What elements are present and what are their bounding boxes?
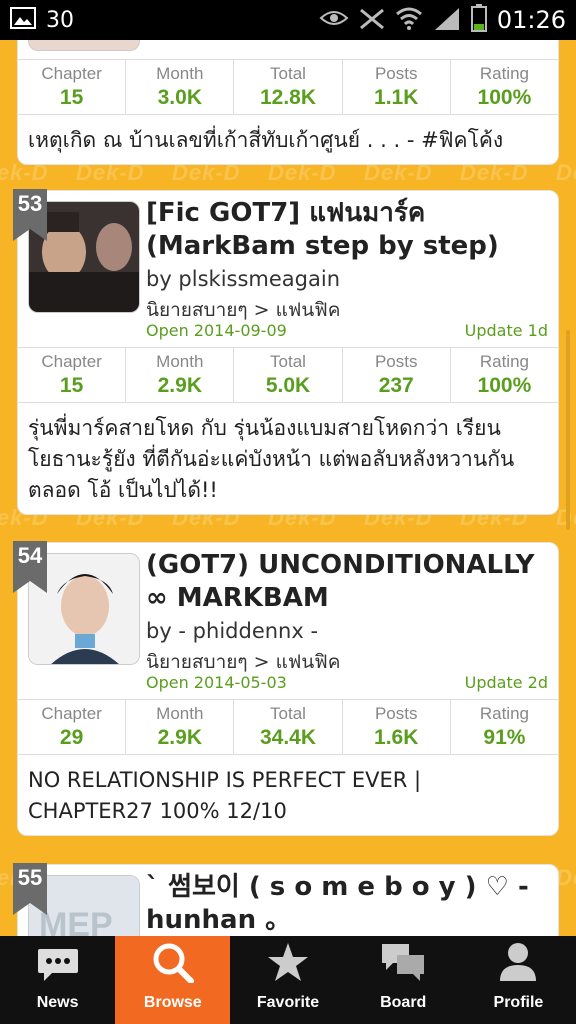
- watermark-text: Dek-D: [556, 865, 576, 890]
- fiction-description: เหตุเกิด ณ บ้านเลขที่เก้าสี่ทับเก้าศูนย์…: [28, 128, 504, 152]
- fiction-card[interactable]: MEP ` 썸보이 ( s o m e b o y ) ♡ - hunhan 。…: [13, 863, 559, 936]
- fiction-title[interactable]: ` 썸보이 ( s o m e b o y ) ♡ - hunhan 。: [146, 871, 546, 936]
- stat-label-total: Total: [270, 64, 306, 83]
- stats-row: Chapter 15 Month 3.0K Total 12.8K Posts 1.1K…: [18, 59, 558, 115]
- fiction-author[interactable]: by plskissmeagain: [146, 267, 340, 291]
- signal-icon: [433, 6, 461, 34]
- stat-value-total: 5.0K: [265, 374, 311, 397]
- fiction-card[interactable]: [Fic GOT7] แฟนมาร์ค (MarkBam step by ste…: [13, 189, 559, 515]
- status-bar: 30 01:26: [0, 0, 576, 40]
- bottom-navigation: News Browse Favorite Board Profile: [0, 936, 576, 1024]
- stat-value-chapter: 29: [59, 726, 84, 749]
- stat-label-total: Total: [270, 704, 306, 723]
- stat-value-total: 12.8K: [259, 86, 317, 109]
- stat-value-month: 2.9K: [157, 726, 202, 749]
- svg-text:MEP: MEP: [39, 906, 113, 936]
- fiction-card[interactable]: Chapter 15 Month 3.0K Total 12.8K Posts 1.1K…: [17, 40, 559, 165]
- stat-label-total: Total: [270, 352, 306, 371]
- stat-value-rating: 100%: [477, 86, 532, 109]
- nav-board[interactable]: Board: [346, 936, 461, 1024]
- stat-label-rating: Rating: [479, 352, 529, 371]
- update-time: Update 1d: [464, 321, 548, 340]
- stat-value-month: 3.0K: [157, 86, 202, 109]
- stat-label-chapter: Chapter: [41, 352, 102, 371]
- rank-number: 53: [17, 191, 43, 216]
- search-icon: [151, 941, 195, 994]
- nav-label: Favorite: [256, 994, 320, 1011]
- update-time: Update 2d: [464, 673, 548, 692]
- rank-number: 54: [17, 543, 43, 568]
- stat-value-chapter: 15: [59, 86, 84, 109]
- speech-bubble-icon: [36, 947, 80, 994]
- fiction-thumbnail: [28, 40, 140, 51]
- rank-ribbon: 55: [13, 863, 47, 915]
- battery-icon: [470, 4, 487, 36]
- open-date: Open 2014-05-03: [146, 673, 287, 692]
- notification-count: 30: [46, 7, 74, 33]
- stat-label-posts: Posts: [374, 352, 418, 371]
- nav-browse[interactable]: Browse: [115, 936, 231, 1024]
- stat-label-month: Month: [156, 64, 204, 83]
- fiction-description: รุ่นพี่มาร์คสายโหด กับ รุ่นน้องแบมสายโหด…: [28, 416, 515, 502]
- fiction-description: NO RELATIONSHIP IS PERFECT EVER | CHAPTE…: [28, 768, 422, 823]
- nav-profile[interactable]: Profile: [461, 936, 576, 1024]
- stat-value-chapter: 15: [59, 374, 84, 397]
- stat-value-rating: 100%: [477, 374, 532, 397]
- nav-label: Profile: [493, 994, 544, 1011]
- stat-label-rating: Rating: [479, 64, 529, 83]
- open-date: Open 2014-09-09: [146, 321, 287, 340]
- stat-label-posts: Posts: [374, 704, 418, 723]
- rank-ribbon: 54: [13, 541, 47, 593]
- star-icon: [266, 941, 310, 994]
- wifi-icon: [395, 6, 423, 34]
- nav-favorite[interactable]: Favorite: [230, 936, 345, 1024]
- nav-label: News: [36, 994, 79, 1011]
- stats-row: Chapter 15 Month 2.9K Total 5.0K Posts 237 R…: [18, 347, 558, 403]
- stat-value-posts: 1.1K: [374, 86, 419, 109]
- stat-label-chapter: Chapter: [41, 64, 102, 83]
- stat-value-posts: 237: [378, 374, 414, 397]
- nav-label: Board: [380, 994, 427, 1011]
- fiction-title[interactable]: (GOT7) UNCONDITIONALLY ∞ MARKBAM: [146, 549, 546, 615]
- stat-value-rating: 91%: [483, 726, 526, 749]
- clock: 01:26: [496, 6, 566, 34]
- stat-value-posts: 1.6K: [374, 726, 419, 749]
- person-icon: [496, 941, 540, 994]
- fiction-list[interactable]: Dek-DDek-DDek-DDek-DDek-DDek-DDek-DDek-D…: [0, 40, 576, 936]
- rank-ribbon: 53: [13, 189, 47, 241]
- nav-label: Browse: [143, 994, 202, 1011]
- fiction-title[interactable]: [Fic GOT7] แฟนมาร์ค (MarkBam step by ste…: [146, 197, 546, 263]
- fiction-author[interactable]: by - phiddennx -: [146, 619, 318, 643]
- fiction-card[interactable]: (GOT7) UNCONDITIONALLY ∞ MARKBAM by - ph…: [13, 541, 559, 836]
- watermark-text: Dek-D: [556, 160, 576, 185]
- stat-label-posts: Posts: [374, 64, 418, 83]
- stat-label-rating: Rating: [479, 704, 529, 723]
- stat-value-month: 2.9K: [157, 374, 202, 397]
- stat-label-month: Month: [156, 704, 204, 723]
- nav-news[interactable]: News: [0, 936, 115, 1024]
- no-signal-icon: [359, 6, 385, 34]
- scroll-indicator[interactable]: [566, 330, 570, 530]
- stat-label-month: Month: [156, 352, 204, 371]
- rank-number: 55: [17, 865, 43, 890]
- chat-bubbles-icon: [379, 941, 427, 994]
- eye-icon: [319, 8, 349, 32]
- stat-label-chapter: Chapter: [41, 704, 102, 723]
- image-notification-icon: [10, 7, 36, 33]
- stat-value-total: 34.4K: [259, 726, 317, 749]
- stats-row: Chapter 29 Month 2.9K Total 34.4K Posts 1.6K…: [18, 699, 558, 755]
